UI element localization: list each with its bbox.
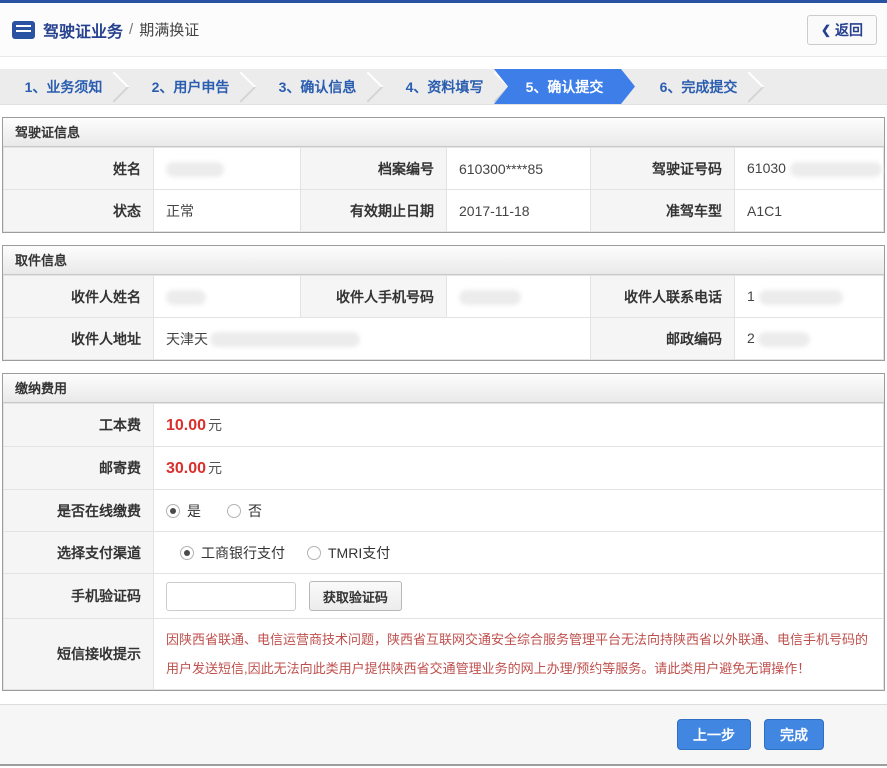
finish-button[interactable]: 完成 [764, 719, 824, 750]
redacted-value [166, 289, 206, 305]
step-separator-icon [98, 70, 130, 103]
license-no-label: 驾驶证号码 [590, 147, 735, 190]
step-navigation: 1、业务须知 2、用户申告 3、确认信息 4、资料填写 5、确认提交 6、完成提… [0, 69, 887, 105]
sms-code-input[interactable] [166, 582, 296, 611]
radio-checked-icon[interactable] [166, 503, 180, 518]
mail-fee-amount: 30.00 [166, 460, 207, 477]
step-6-complete-submit[interactable]: 6、完成提交 [635, 69, 765, 104]
sms-notice-text: 因陕西省联通、电信运营商技术问题，陕西省互联网交通安全综合服务管理平台无法向持陕… [166, 632, 869, 676]
radio-channel-icbc[interactable]: 工商银行支付 [180, 543, 285, 563]
back-button-label: 返回 [835, 21, 863, 38]
table-row: 邮寄费 30.00 元 [3, 446, 884, 490]
redacted-value [757, 331, 810, 347]
address-label: 收件人地址 [3, 317, 154, 360]
phone-label: 收件人联系电话 [590, 275, 735, 318]
table-row: 收件人姓名 收件人手机号码 收件人联系电话 1 [3, 275, 884, 318]
pickup-info-title: 取件信息 [3, 246, 884, 275]
redacted-value [166, 161, 224, 177]
vehicle-value: A1C1 [734, 189, 884, 232]
footer-action-bar: 上一步 完成 [0, 704, 887, 766]
step-2-user-declaration[interactable]: 2、用户申告 [127, 69, 257, 104]
chevron-left-icon: ❮ [820, 22, 831, 37]
pay-channel-label: 选择支付渠道 [3, 531, 154, 574]
address-value: 天津天 [153, 317, 591, 360]
radio-unchecked-icon[interactable] [227, 503, 241, 518]
sms-notice-label: 短信接收提示 [3, 618, 154, 690]
radio-online-no[interactable]: 否 [227, 501, 262, 521]
payment-title: 缴纳费用 [3, 374, 884, 403]
phone-value: 1 [734, 275, 884, 318]
pay-channel-options: 工商银行支付 TMRI支付 [153, 531, 884, 574]
expiry-label: 有效期止日期 [300, 189, 447, 232]
pickup-info-table: 收件人姓名 收件人手机号码 收件人联系电话 1 收件人地址 天津天 邮政编码 2 [3, 275, 884, 360]
radio-unchecked-icon[interactable] [307, 545, 321, 560]
table-row: 手机验证码 获取验证码 [3, 573, 884, 619]
document-list-icon [12, 20, 35, 39]
mobile-label: 收件人手机号码 [300, 275, 447, 318]
expiry-value: 2017-11-18 [446, 189, 591, 232]
page-title: 驾驶证业务 [43, 23, 124, 41]
status-value: 正常 [153, 189, 301, 232]
previous-step-button[interactable]: 上一步 [677, 719, 751, 750]
get-sms-code-button[interactable]: 获取验证码 [308, 581, 402, 611]
name-label: 姓名 [3, 147, 154, 190]
table-row: 工本费 10.00 元 [3, 403, 884, 447]
sms-code-label: 手机验证码 [3, 573, 154, 619]
table-row: 状态 正常 有效期止日期 2017-11-18 准驾车型 A1C1 [3, 189, 884, 232]
pickup-info-panel: 取件信息 收件人姓名 收件人手机号码 收件人联系电话 1 收件人地址 天津天 邮… [2, 245, 885, 361]
radio-checked-icon[interactable] [180, 545, 194, 560]
redacted-value [758, 289, 843, 305]
recipient-name-label: 收件人姓名 [3, 275, 154, 318]
fee-unit: 元 [208, 460, 223, 476]
step-separator-icon [352, 70, 384, 103]
license-info-panel: 驾驶证信息 姓名 档案编号 610300****85 驾驶证号码 61030 状… [2, 117, 885, 233]
step-1-business-notice[interactable]: 1、业务须知 [0, 69, 130, 104]
payment-panel: 缴纳费用 工本费 10.00 元 邮寄费 30.00 元 是否在线缴费 是 否 … [2, 373, 885, 691]
radio-online-yes[interactable]: 是 [166, 501, 201, 521]
redacted-value [459, 289, 521, 305]
radio-channel-tmri[interactable]: TMRI支付 [307, 543, 390, 563]
table-row: 姓名 档案编号 610300****85 驾驶证号码 61030 [3, 147, 884, 190]
online-pay-options: 是 否 [153, 489, 884, 532]
work-fee-amount: 10.00 [166, 417, 207, 434]
work-fee-value: 10.00 元 [153, 403, 884, 447]
zip-value: 2 [734, 317, 884, 360]
sms-notice-cell: 因陕西省联通、电信运营商技术问题，陕西省互联网交通安全综合服务管理平台无法向持陕… [153, 618, 884, 690]
status-label: 状态 [3, 189, 154, 232]
page: 驾驶证业务 / 期满换证 ❮ 返回 1、业务须知 2、用户申告 3、确认信息 4… [0, 0, 887, 768]
mail-fee-value: 30.00 元 [153, 446, 884, 490]
mail-fee-label: 邮寄费 [3, 446, 154, 490]
breadcrumb-divider: / [129, 21, 134, 38]
license-no-value: 61030 [734, 147, 884, 190]
license-info-table: 姓名 档案编号 610300****85 驾驶证号码 61030 状态 正常 有… [3, 147, 884, 232]
license-info-title: 驾驶证信息 [3, 118, 884, 147]
step-separator-icon [225, 70, 257, 103]
step-3-confirm-info[interactable]: 3、确认信息 [254, 69, 384, 104]
table-row: 收件人地址 天津天 邮政编码 2 [3, 317, 884, 360]
back-button[interactable]: ❮ 返回 [806, 14, 877, 45]
fee-unit: 元 [208, 417, 223, 433]
work-fee-label: 工本费 [3, 403, 154, 447]
payment-table: 工本费 10.00 元 邮寄费 30.00 元 是否在线缴费 是 否 选择支付渠… [3, 403, 884, 690]
redacted-value [789, 161, 882, 177]
vehicle-label: 准驾车型 [590, 189, 735, 232]
step-separator-icon [733, 70, 765, 103]
breadcrumb-current: 期满换证 [139, 22, 200, 39]
name-value [153, 147, 301, 190]
zip-label: 邮政编码 [590, 317, 735, 360]
step-4-fill-data[interactable]: 4、资料填写 [381, 69, 511, 104]
table-row: 短信接收提示 因陕西省联通、电信运营商技术问题，陕西省互联网交通安全综合服务管理… [3, 618, 884, 690]
header: 驾驶证业务 / 期满换证 ❮ 返回 [0, 3, 887, 57]
online-pay-label: 是否在线缴费 [3, 489, 154, 532]
redacted-value [210, 332, 360, 348]
step-5-confirm-submit-active[interactable]: 5、确认提交 [494, 69, 635, 104]
table-row: 选择支付渠道 工商银行支付 TMRI支付 [3, 531, 884, 574]
recipient-name-value [153, 275, 301, 318]
file-no-label: 档案编号 [300, 147, 447, 190]
sms-code-cell: 获取验证码 [153, 573, 884, 619]
mobile-value [446, 275, 591, 318]
file-no-value: 610300****85 [446, 147, 591, 190]
table-row: 是否在线缴费 是 否 [3, 489, 884, 532]
